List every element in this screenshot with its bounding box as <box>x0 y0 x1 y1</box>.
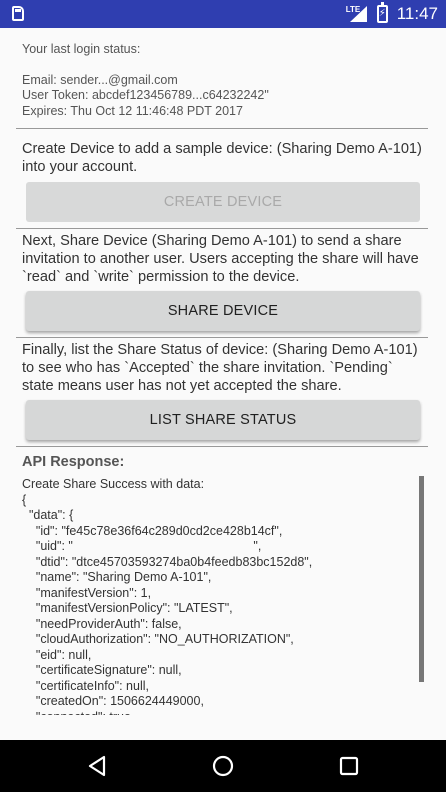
api-response-line: "certificateInfo": null, <box>22 678 149 693</box>
share-status-description: Finally, list the Share Status of device… <box>22 342 418 394</box>
list-share-status-button[interactable]: LIST SHARE STATUS <box>26 400 420 440</box>
create-device-description: Create Device to add a sample device: (S… <box>22 141 422 175</box>
clock: 11:47 <box>396 4 438 23</box>
api-response-scrollbar[interactable] <box>419 476 424 682</box>
divider <box>16 128 428 129</box>
login-email: Email: sender...@gmail.com <box>22 72 178 87</box>
api-response-line: "uid": " ", <box>22 539 262 553</box>
square-recents-icon <box>339 756 359 776</box>
api-response-line: "manifestVersion": 1, <box>22 585 152 600</box>
back-button[interactable] <box>84 752 114 780</box>
create-device-button[interactable]: CREATE DEVICE <box>26 182 420 222</box>
recents-button[interactable] <box>334 752 364 780</box>
api-response-line: "id": "fe45c78e36f64c289d0cd2ce428b14cf"… <box>22 523 283 538</box>
divider <box>16 337 428 338</box>
api-response-line: "cloudAuthorization": "NO_AUTHORIZATION"… <box>22 632 294 646</box>
api-response-line: "dtid": "dtce45703593274ba0b4feedb83bc15… <box>22 554 313 569</box>
status-bar: LTE ⚡ 11:47 <box>0 0 446 28</box>
divider <box>16 228 428 229</box>
home-button[interactable] <box>208 752 238 780</box>
battery-charging-icon: ⚡ <box>376 2 388 23</box>
api-response-line: Create Share Success with data: <box>22 477 205 491</box>
api-response-line: "connected": true, <box>22 710 424 716</box>
api-response-line: { <box>22 492 27 507</box>
api-response-title: API Response: <box>22 454 125 470</box>
triangle-back-icon <box>88 755 106 777</box>
share-device-description: Next, Share Device (Sharing Demo A-101) … <box>22 233 419 285</box>
navigation-bar <box>0 740 446 792</box>
circle-home-icon <box>212 755 234 777</box>
api-response-line: "eid": null, <box>22 647 92 662</box>
api-response-line: "needProviderAuth": false, <box>22 616 182 631</box>
login-status: Your last login status: Email: sender...… <box>22 42 269 119</box>
divider <box>16 446 428 447</box>
api-response-line: "createdOn": 1506624449000, <box>22 694 204 708</box>
api-response-line: "name": "Sharing Demo A-101", <box>22 570 212 584</box>
sd-card-icon <box>12 6 24 21</box>
login-expires: Expires: Thu Oct 12 11:46:48 PDT 2017 <box>22 103 243 118</box>
lte-signal-icon: LTE <box>346 5 368 23</box>
main-content: Your last login status: Email: sender...… <box>0 28 446 740</box>
share-device-button[interactable]: SHARE DEVICE <box>26 291 420 331</box>
api-response-line: "certificateSignature": null, <box>22 663 182 677</box>
login-status-heading: Your last login status: <box>22 42 141 56</box>
api-response-line: "data": { <box>22 508 74 522</box>
login-user-token: User Token: abcdef123456789...c64232242" <box>22 88 269 102</box>
api-response-line: "manifestVersionPolicy": "LATEST", <box>22 601 233 615</box>
api-response-text[interactable]: Create Share Success with data:{ "data":… <box>22 477 424 715</box>
